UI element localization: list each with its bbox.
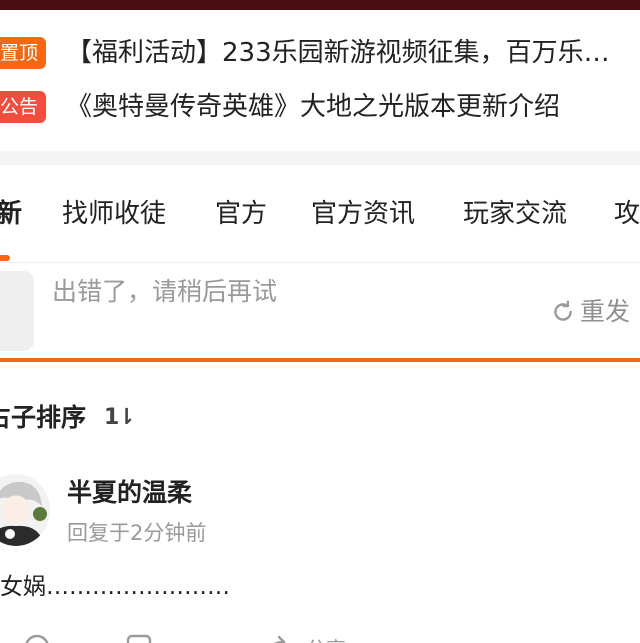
announcement-tag: 公告: [0, 91, 47, 123]
tab-official-news[interactable]: 官方资讯: [311, 197, 415, 231]
comment-button[interactable]: [22, 632, 52, 643]
top-strip: [0, 0, 640, 10]
retry-button[interactable]: 重发: [550, 295, 630, 329]
pinned-tag: 置顶: [0, 37, 47, 69]
error-message: 出错了，请稍后再试: [52, 277, 278, 306]
share-icon: [274, 635, 286, 643]
tab-guides[interactable]: 攻: [614, 197, 640, 231]
share-button[interactable]: 分享: [262, 632, 346, 643]
like-button[interactable]: [124, 632, 154, 643]
post-actions: 分享: [0, 626, 640, 643]
section-divider: [0, 358, 640, 362]
like-icon: [126, 634, 152, 643]
username[interactable]: 半夏的温柔: [67, 476, 192, 510]
avatar[interactable]: [0, 474, 50, 546]
refresh-icon: [554, 300, 572, 321]
tab-mentorship[interactable]: 找师收徒: [62, 197, 166, 231]
sort-label: 占子排序: [0, 403, 87, 432]
share-label: 分享: [306, 633, 346, 643]
active-tab-indicator: [0, 255, 10, 261]
section-gap: [0, 151, 640, 165]
post-content[interactable]: 女娲……………………: [0, 570, 230, 604]
notice-announcement[interactable]: 公告 《奥特曼传奇英雄》大地之光版本更新介绍: [0, 87, 640, 127]
notice-title[interactable]: 【福利活动】233乐园新游视频征集，百万乐…: [66, 33, 610, 73]
notice-pinned[interactable]: 置顶 【福利活动】233乐园新游视频征集，百万乐…: [0, 33, 640, 73]
sort-order-icon[interactable]: 1⇂: [104, 400, 136, 436]
user-avatar-image: [0, 474, 50, 546]
notice-title[interactable]: 《奥特曼传奇英雄》大地之光版本更新介绍: [66, 87, 560, 127]
tab-new[interactable]: 新: [0, 197, 22, 231]
comment-icon: [25, 634, 49, 643]
tab-official[interactable]: 官方: [215, 197, 267, 231]
reply-time: 回复于2分钟前: [67, 521, 207, 545]
error-message-box: 出错了，请稍后再试 重发: [0, 263, 640, 361]
sort-control[interactable]: 占子排序 1⇂: [0, 400, 136, 436]
retry-label: 重发: [580, 297, 631, 326]
image-placeholder: [0, 271, 34, 351]
tab-player-chat[interactable]: 玩家交流: [463, 197, 567, 231]
category-tabs: 新 找师收徒 官方 官方资讯 玩家交流 攻: [0, 165, 640, 263]
